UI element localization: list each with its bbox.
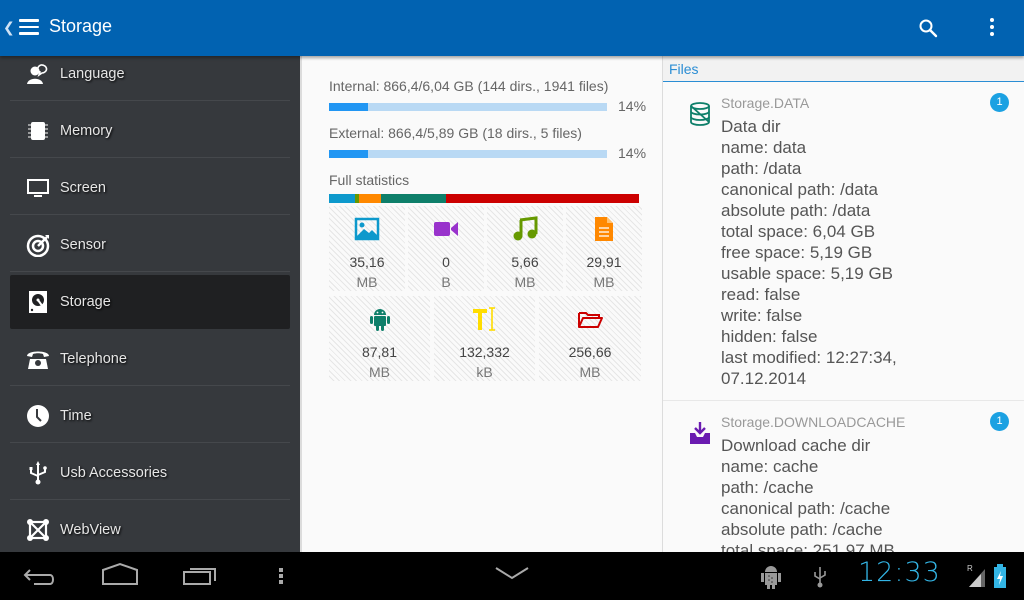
back-icon[interactable] xyxy=(22,562,58,590)
sidebar-item-usb-accessories[interactable]: Usb Accessories xyxy=(10,446,290,500)
more-vert-icon[interactable] xyxy=(987,18,997,38)
image-icon xyxy=(354,217,380,241)
sidebar-item-sensor[interactable]: Sensor xyxy=(10,218,290,272)
tile-folders[interactable]: 256,66 MB xyxy=(539,296,641,381)
internal-storage-label: Internal: 866,4/6,04 GB (144 dirs., 1941… xyxy=(329,78,609,94)
segment-images xyxy=(329,194,356,203)
tile-apps[interactable]: 87,81 MB xyxy=(329,296,430,381)
home-icon[interactable] xyxy=(101,562,139,590)
android-icon xyxy=(369,309,390,331)
hard-disk-icon xyxy=(29,291,47,313)
chevron-left-icon[interactable]: ❮ xyxy=(3,20,15,36)
system-navigation-bar: 12:33 R xyxy=(0,552,1024,600)
download-tray-icon xyxy=(690,422,710,444)
external-usage-percent: 14% xyxy=(618,145,647,161)
card-title: Storage.DATA xyxy=(721,95,810,111)
card-details: Data dir name: data path: /data canonical p… xyxy=(721,117,897,388)
search-icon[interactable] xyxy=(918,18,938,38)
status-clock[interactable]: 12:33 xyxy=(858,557,941,588)
hamburger-icon[interactable] xyxy=(19,19,39,35)
folder-open-icon xyxy=(578,312,603,328)
tile-documents[interactable]: 29,91 MB xyxy=(566,206,642,291)
tile-text[interactable]: 132,332 kB xyxy=(434,296,535,381)
signal-roaming-icon[interactable] xyxy=(967,567,987,587)
text-icon xyxy=(472,307,495,331)
sidebar-item-time[interactable]: Time xyxy=(10,389,290,443)
sidebar-item-webview[interactable]: WebView xyxy=(10,503,290,552)
count-badge: 1 xyxy=(990,93,1009,112)
telephone-icon xyxy=(27,351,49,369)
count-badge: 1 xyxy=(990,412,1009,431)
sidebar-item-telephone[interactable]: Telephone xyxy=(10,332,290,386)
monitor-icon xyxy=(27,178,49,197)
usb-icon[interactable] xyxy=(812,564,828,590)
sidebar-item-memory[interactable]: Memory xyxy=(10,104,290,158)
battery-charging-icon[interactable] xyxy=(993,564,1007,590)
storage-card-downloadcache[interactable]: Storage.DOWNLOADCACHE 1 Download cache d… xyxy=(663,402,1024,552)
sidebar-item-storage[interactable]: Storage xyxy=(10,275,290,329)
internal-usage-percent: 14% xyxy=(618,98,647,114)
tile-audio[interactable]: 5,66 MB xyxy=(487,206,563,291)
database-icon xyxy=(690,102,710,126)
menu-dots-icon[interactable] xyxy=(276,562,286,590)
action-bar: ❮ Storage xyxy=(0,0,1024,56)
navigation-drawer: Language Memory Screen Sensor Storage Te… xyxy=(0,56,300,552)
document-icon xyxy=(595,217,613,241)
segment-apps xyxy=(381,194,447,203)
webview-icon xyxy=(27,519,49,541)
usb-icon xyxy=(29,460,47,484)
recent-apps-icon[interactable] xyxy=(182,562,218,590)
storage-card-data[interactable]: Storage.DATA 1 Data dir name: data path: /… xyxy=(663,83,1024,401)
files-header: Files xyxy=(663,56,1024,82)
sensor-icon xyxy=(26,234,50,257)
tile-images[interactable]: 35,16 MB xyxy=(329,206,405,291)
files-panel: Files Storage.DATA 1 Data dir name: data p… xyxy=(662,56,1024,552)
internal-usage-bar xyxy=(329,103,607,111)
storage-statistics-panel: Internal: 866,4/6,04 GB (144 dirs., 1941… xyxy=(300,56,662,552)
memory-chip-icon xyxy=(28,121,48,140)
tile-video[interactable]: 0 B xyxy=(408,206,484,291)
card-details: Download cache dir name: cache path: /cach… xyxy=(721,436,895,552)
hide-keyboard-icon[interactable] xyxy=(493,562,531,590)
music-note-icon xyxy=(513,216,538,241)
full-statistics-label: Full statistics xyxy=(329,172,410,188)
language-icon xyxy=(27,63,48,84)
clock-icon xyxy=(27,404,49,427)
full-statistics-bar xyxy=(329,194,639,203)
external-usage-bar xyxy=(329,150,607,158)
card-title: Storage.DOWNLOADCACHE xyxy=(721,414,906,430)
segment-other xyxy=(446,194,639,203)
segment-documents xyxy=(359,194,382,203)
sidebar-item-screen[interactable]: Screen xyxy=(10,161,290,215)
external-storage-label: External: 866,4/5,89 GB (18 dirs., 5 fil… xyxy=(329,125,582,141)
video-icon xyxy=(434,222,458,236)
android-debug-icon[interactable] xyxy=(760,564,782,590)
page-title: Storage xyxy=(49,16,113,36)
sidebar-item-language[interactable]: Language xyxy=(10,56,290,101)
